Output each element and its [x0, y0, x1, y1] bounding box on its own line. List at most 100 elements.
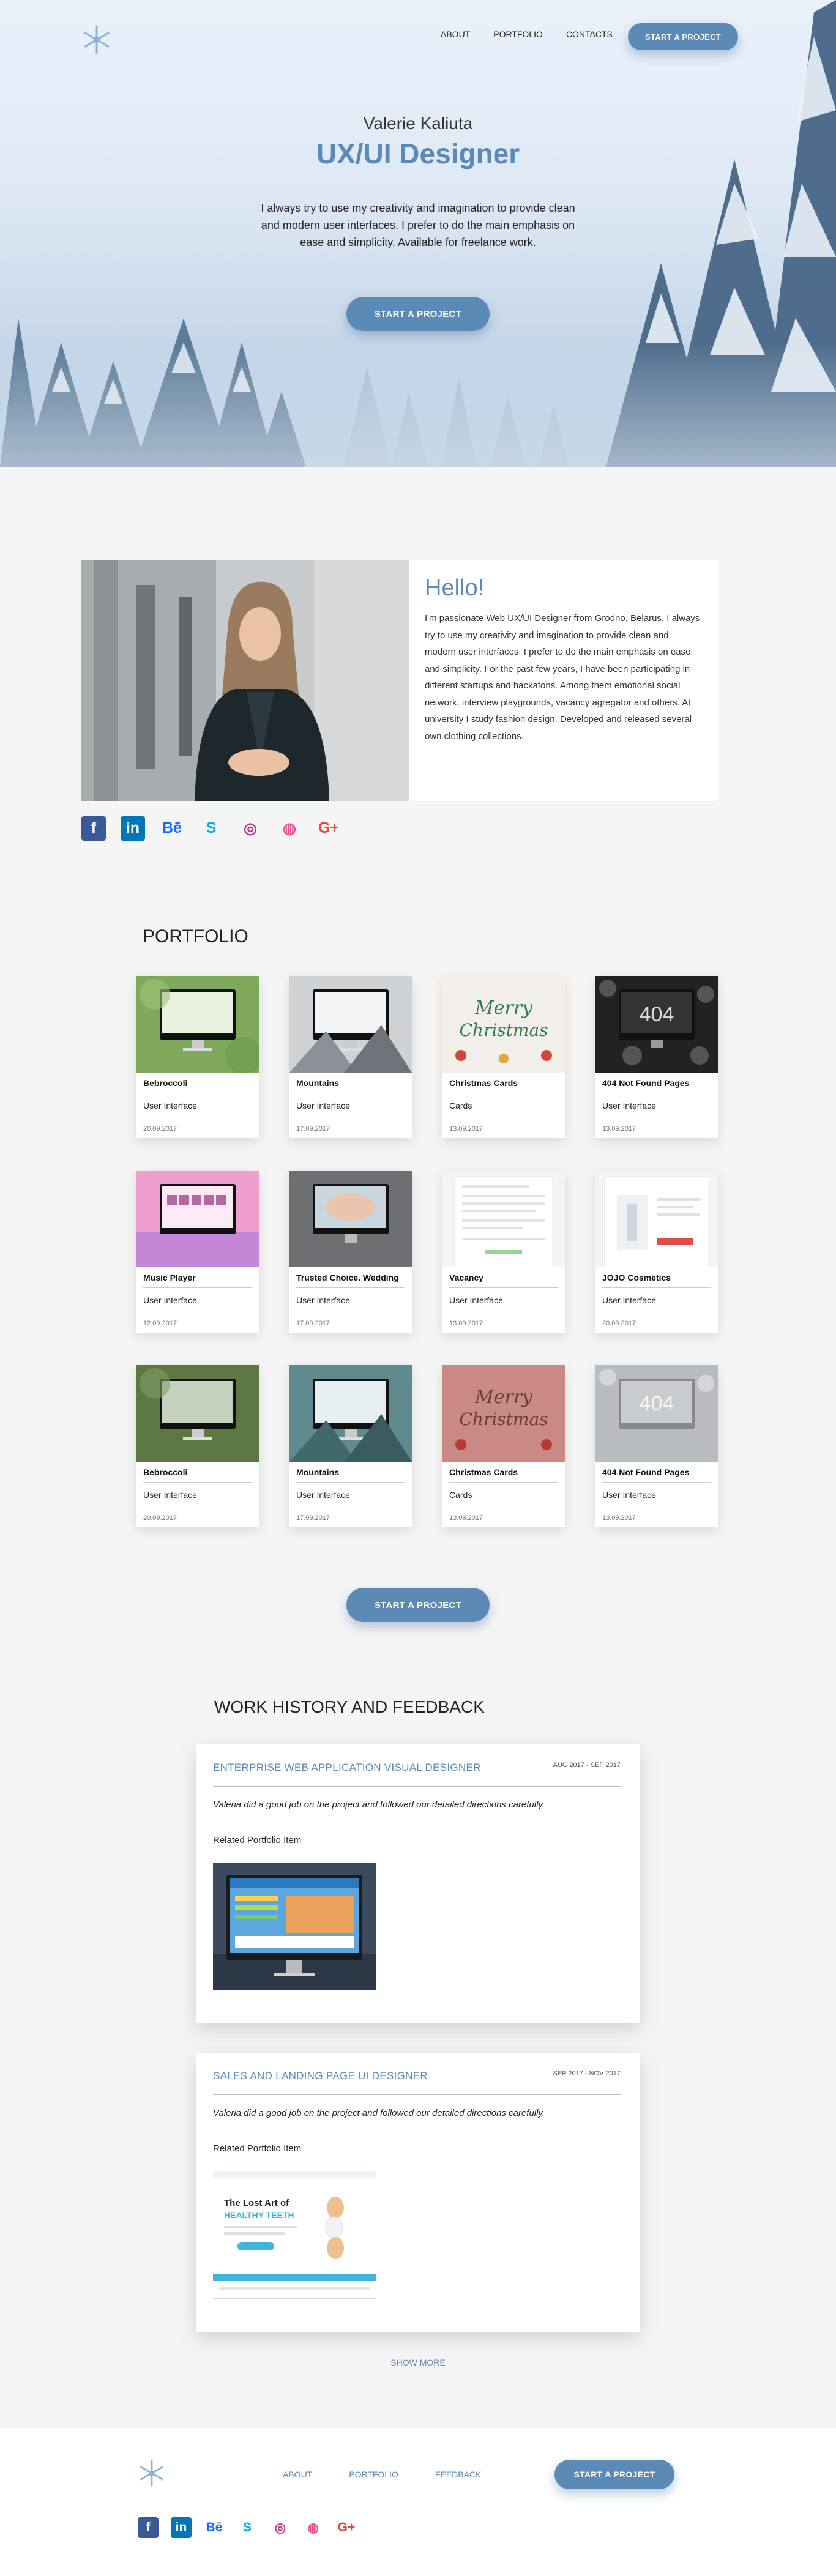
portfolio-card[interactable]: Vacancy User Interface 13.09.2017	[442, 1171, 565, 1333]
portfolio-thumbnail	[289, 1365, 412, 1462]
linkedin-icon[interactable]: in	[171, 2517, 192, 2538]
portfolio-card-title: Bebroccoli	[143, 1078, 252, 1093]
google-plus-icon[interactable]: G+	[336, 2517, 357, 2538]
preview-button	[237, 2242, 274, 2250]
nav-contacts[interactable]: CONTACTS	[566, 29, 613, 39]
portfolio-thumbnail: 404	[595, 976, 718, 1073]
portfolio-card[interactable]: Merry Christmas Christmas Cards Cards 13.…	[442, 1365, 565, 1527]
linkedin-icon[interactable]: in	[121, 816, 145, 841]
portfolio-card-title: Music Player	[143, 1273, 252, 1288]
related-portfolio-thumbnail[interactable]	[213, 1863, 376, 1990]
preview-navbar	[213, 2171, 376, 2178]
hero-section: ABOUT PORTFOLIO CONTACTS START A PROJECT…	[0, 0, 836, 467]
facebook-icon[interactable]: f	[81, 816, 106, 841]
snowflake-logo-icon[interactable]	[81, 24, 112, 55]
work-title: WORK HISTORY AND FEEDBACK	[214, 1697, 485, 1716]
portfolio-card-date: 13.09.2017	[449, 1125, 483, 1133]
preview-heading: The Lost Art of	[224, 2198, 289, 2208]
work-item: SALES AND LANDING PAGE UI DESIGNER SEP 2…	[196, 2053, 640, 2332]
instagram-icon[interactable]: ◎	[238, 816, 263, 841]
dribbble-icon[interactable]: ◍	[303, 2517, 324, 2538]
skype-icon[interactable]: S	[199, 816, 223, 841]
eggs-illustration	[325, 2197, 344, 2259]
portfolio-card-category: User Interface	[602, 1295, 656, 1305]
portfolio-card[interactable]: Mountains User Interface 17.09.2017	[289, 1365, 412, 1527]
behance-icon[interactable]: Bē	[160, 816, 184, 841]
portfolio-card-title: Vacancy	[449, 1273, 558, 1288]
portfolio-card-category: User Interface	[143, 1101, 197, 1111]
portfolio-card[interactable]: Mountains User Interface 17.09.2017	[289, 976, 412, 1138]
portfolio-card-title: Mountains	[296, 1467, 405, 1483]
portfolio-card-date: 17.09.2017	[296, 1320, 330, 1327]
portfolio-card-date: 17.09.2017	[296, 1125, 330, 1133]
hero-role: UX/UI Designer	[316, 138, 520, 169]
nav-about[interactable]: ABOUT	[441, 29, 470, 39]
show-more-link[interactable]: SHOW MORE	[0, 2358, 836, 2367]
google-plus-icon[interactable]: G+	[316, 816, 341, 841]
portfolio-card-date: 20.09.2017	[143, 1514, 177, 1522]
portfolio-card-category: User Interface	[296, 1101, 350, 1111]
footer-nav-feedback[interactable]: FEEDBACK	[435, 2470, 481, 2479]
portfolio-card-title: Trusted Choice. Wedding	[296, 1273, 405, 1288]
about-text: I'm passionate Web UX/UI Designer from G…	[425, 613, 700, 742]
portfolio-card[interactable]: Trusted Choice. Wedding User Interface 1…	[289, 1171, 412, 1333]
portfolio-card-date: 13.09.2017	[602, 1514, 636, 1522]
work-feedback: Valeria did a good job on the project an…	[213, 1800, 545, 1810]
related-label: Related Portfolio Item	[213, 2143, 302, 2154]
portfolio-card-title: JOJO Cosmetics	[602, 1273, 711, 1288]
svg-text:404: 404	[640, 1003, 674, 1026]
portfolio-card-date: 13.09.2017	[602, 1125, 636, 1133]
preview-band	[213, 2274, 376, 2281]
about-socials: f in Bē S ◎ ◍ G+	[81, 816, 341, 841]
portfolio-card[interactable]: Music Player User Interface 12.09.2017	[136, 1171, 259, 1333]
hero-start-project-button[interactable]: START A PROJECT	[346, 297, 490, 331]
nav-portfolio[interactable]: PORTFOLIO	[493, 29, 543, 39]
portfolio-card-date: 13.09.2017	[449, 1320, 483, 1327]
portfolio-card-category: Cards	[449, 1490, 472, 1500]
portfolio-card[interactable]: Bebroccoli User Interface 20.09.2017	[136, 1365, 259, 1527]
hero-intro: I always try to use my creativity and im…	[261, 202, 575, 248]
portfolio-card-date: 12.09.2017	[143, 1320, 177, 1327]
related-label: Related Portfolio Item	[213, 1835, 302, 1845]
hero-name: Valerie Kaliuta	[363, 114, 473, 133]
work-role: ENTERPRISE WEB APPLICATION VISUAL DESIGN…	[213, 1762, 481, 1773]
portfolio-card-title: Mountains	[296, 1078, 405, 1093]
portfolio-start-project-button[interactable]: START A PROJECT	[346, 1588, 490, 1622]
portfolio-card-title: Christmas Cards	[449, 1467, 558, 1483]
facebook-icon[interactable]: f	[138, 2517, 159, 2538]
portfolio-card-category: User Interface	[602, 1101, 656, 1111]
footer-nav-about[interactable]: ABOUT	[283, 2470, 312, 2479]
portfolio-title: PORTFOLIO	[143, 926, 248, 947]
skype-icon[interactable]: S	[237, 2517, 258, 2538]
portfolio-card-title: 404 Not Found Pages	[602, 1078, 711, 1093]
portfolio-card-date: 13.09.2017	[449, 1514, 483, 1522]
footer-nav-portfolio[interactable]: PORTFOLIO	[349, 2470, 398, 2479]
svg-text:404: 404	[640, 1392, 674, 1415]
portfolio-card-category: User Interface	[296, 1295, 350, 1305]
svg-text:Christmas: Christmas	[459, 1409, 548, 1429]
preview-logos-row	[219, 2287, 370, 2290]
footer-start-project-button[interactable]: START A PROJECT	[554, 2460, 674, 2489]
footer-nav: ABOUT PORTFOLIO FEEDBACK	[283, 2470, 481, 2479]
svg-text:Merry: Merry	[474, 1387, 533, 1408]
portfolio-card-title: 404 Not Found Pages	[602, 1467, 711, 1483]
instagram-icon[interactable]: ◎	[270, 2517, 291, 2538]
svg-text:Merry: Merry	[474, 997, 533, 1019]
portfolio-card[interactable]: Bebroccoli User Interface 20.09.2017	[136, 976, 259, 1138]
svg-text:Christmas: Christmas	[459, 1020, 548, 1040]
portfolio-card[interactable]: JOJO Cosmetics User Interface 20.09.2017	[595, 1171, 718, 1333]
dribbble-icon[interactable]: ◍	[277, 816, 302, 841]
portfolio-card[interactable]: 404 404 Not Found Pages User Interface 1…	[595, 976, 718, 1138]
behance-icon[interactable]: Bē	[204, 2517, 225, 2538]
work-role: SALES AND LANDING PAGE UI DESIGNER	[213, 2070, 428, 2082]
portfolio-thumbnail	[289, 976, 412, 1073]
related-portfolio-thumbnail[interactable]: The Lost Art of HEALTHY TEETH	[213, 2171, 376, 2299]
snowflake-logo-icon[interactable]	[138, 2459, 166, 2487]
portfolio-card[interactable]: Merry Christmas Christmas Cards Cards 13.…	[442, 976, 565, 1138]
portfolio-thumbnail	[136, 1171, 259, 1267]
portfolio-card[interactable]: 404 404 Not Found Pages User Interface 1…	[595, 1365, 718, 1527]
footer: ABOUT PORTFOLIO FEEDBACK START A PROJECT…	[0, 2428, 836, 2576]
portfolio-card-category: User Interface	[602, 1490, 656, 1500]
portfolio-thumbnail: Merry Christmas	[442, 976, 565, 1073]
header-start-project-button[interactable]: START A PROJECT	[628, 23, 738, 50]
